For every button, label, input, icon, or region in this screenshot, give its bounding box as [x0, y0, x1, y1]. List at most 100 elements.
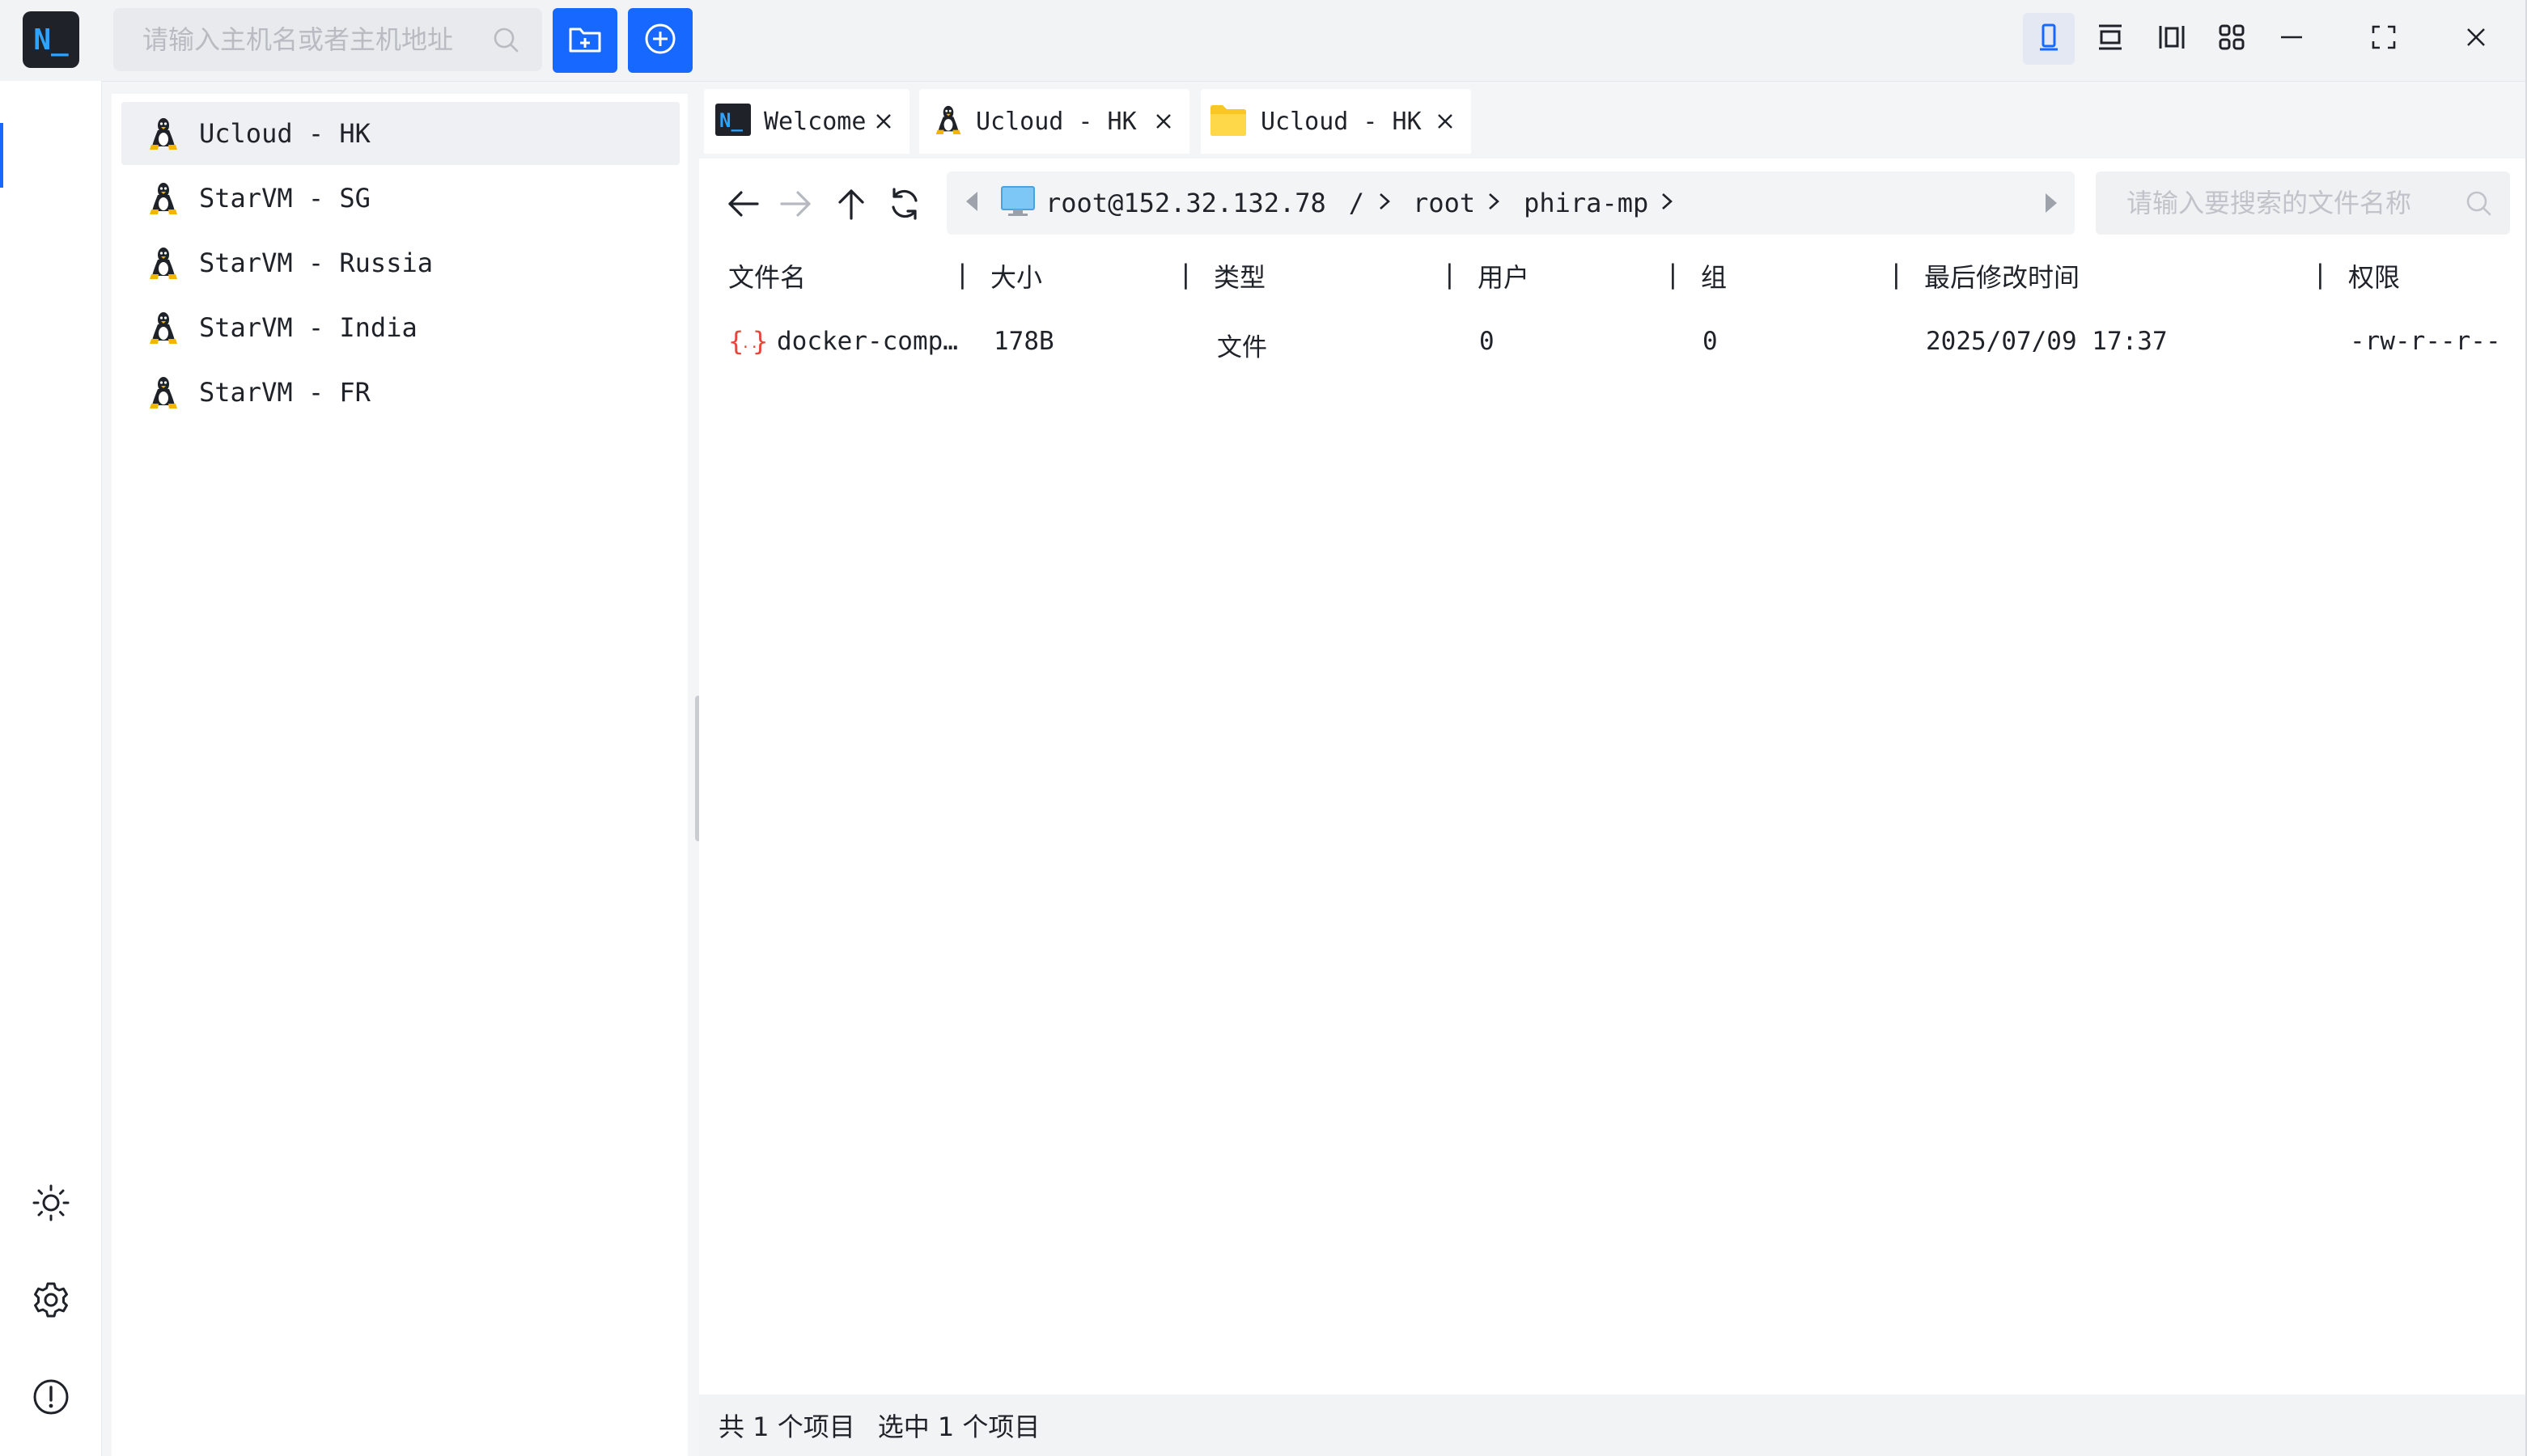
top-bar: N_: [0, 0, 2527, 82]
path-segment-phira-mp[interactable]: phira-mp: [1524, 188, 1648, 218]
arrow-left-icon: [725, 188, 761, 223]
file-permissions: -rw-r--r--: [2350, 327, 2501, 356]
layout-rows-button[interactable]: [2084, 13, 2136, 65]
about-button[interactable]: [29, 1377, 73, 1420]
settings-button[interactable]: [29, 1280, 73, 1323]
host-item-starvm-russia[interactable]: StarVM - Russia: [121, 231, 680, 294]
folder-icon: [1209, 103, 1248, 140]
column-divider[interactable]: |: [2316, 259, 2325, 290]
host-search-input[interactable]: [141, 23, 492, 56]
status-selected: 选中 1 个项目: [877, 1412, 1041, 1442]
file-group: 0: [1702, 327, 1718, 356]
linux-icon: [934, 103, 963, 140]
app-logo: N_: [23, 11, 79, 68]
layout-single-button[interactable]: [2023, 13, 2075, 65]
layout-grid-icon: [2217, 23, 2246, 55]
chevron-right-icon: [1660, 191, 1674, 215]
host-item-starvm-sg[interactable]: StarVM - SG: [121, 167, 680, 230]
sun-icon: [32, 1183, 70, 1225]
column-header-permissions[interactable]: 权限: [2348, 257, 2400, 294]
path-bar[interactable]: root@152.32.132.78 / root phira-mp: [947, 171, 2075, 235]
host-item-label: StarVM - India: [199, 312, 418, 343]
file-search-box[interactable]: [2096, 171, 2510, 235]
rail-active-indicator: [0, 123, 3, 188]
column-divider[interactable]: |: [1445, 259, 1454, 290]
host-item-starvm-fr[interactable]: StarVM - FR: [121, 361, 680, 424]
refresh-button[interactable]: [882, 183, 927, 228]
host-item-label: StarVM - FR: [199, 377, 371, 408]
column-header-modified[interactable]: 最后修改时间: [1924, 257, 2080, 294]
host-item-label: StarVM - SG: [199, 183, 371, 214]
tab-ucloud-hk-files[interactable]: Ucloud - HK: [1201, 89, 1471, 154]
tab-label: Ucloud - HK: [976, 107, 1137, 136]
left-rail: [0, 81, 102, 1456]
app-logo-text: N_: [33, 23, 69, 57]
tab-ucloud-hk-terminal[interactable]: Ucloud - HK: [919, 89, 1189, 154]
status-bar: 共 1 个项目 选中 1 个项目: [699, 1395, 2527, 1456]
layout-columns-icon: [2157, 23, 2186, 55]
close-icon[interactable]: [874, 112, 893, 134]
search-icon[interactable]: [492, 26, 519, 57]
tab-label: Ucloud - HK: [1261, 107, 1422, 136]
linux-icon: [150, 118, 177, 150]
column-divider[interactable]: |: [1892, 259, 1901, 290]
chevron-right-icon: [1486, 191, 1501, 215]
path-segment-root-dir[interactable]: /: [1349, 188, 1364, 218]
file-search-input[interactable]: [2125, 187, 2468, 219]
host-item-starvm-india[interactable]: StarVM - India: [121, 296, 680, 359]
linux-icon: [150, 377, 177, 408]
layout-single-icon: [2037, 23, 2061, 55]
svg-text:}: }: [753, 326, 768, 357]
file-user: 0: [1479, 327, 1495, 356]
column-divider[interactable]: |: [1668, 259, 1677, 290]
arrow-right-icon: [778, 188, 814, 223]
layout-columns-button[interactable]: [2146, 13, 2198, 65]
tab-welcome[interactable]: N_ Welcome: [704, 89, 909, 154]
add-host-button[interactable]: [628, 8, 693, 73]
file-modified: 2025/07/09 17:37: [1926, 327, 2168, 356]
close-icon: [2464, 25, 2488, 53]
column-header-size[interactable]: 大小: [990, 257, 1042, 294]
search-icon[interactable]: [2465, 189, 2492, 220]
layout-grid-button[interactable]: [2206, 13, 2258, 65]
maximize-button[interactable]: [2358, 13, 2410, 65]
file-name[interactable]: docker-comp…: [777, 327, 958, 356]
close-icon[interactable]: [1154, 112, 1173, 134]
path-scroll-left-icon[interactable]: [963, 189, 981, 217]
close-window-button[interactable]: [2450, 13, 2502, 65]
json-file-icon: {..}: [728, 324, 769, 362]
column-header-user[interactable]: 用户: [1478, 257, 1529, 294]
minimize-button[interactable]: [2266, 13, 2317, 65]
minimize-icon: [2278, 23, 2305, 54]
close-icon[interactable]: [1435, 112, 1455, 134]
theme-toggle-button[interactable]: [29, 1183, 73, 1226]
host-item-label: StarVM - Russia: [199, 248, 433, 278]
file-browser: root@152.32.132.78 / root phira-mp 文件名 |…: [699, 159, 2527, 1395]
folder-plus-icon: [567, 23, 603, 58]
column-header-type[interactable]: 类型: [1214, 257, 1266, 294]
chevron-right-icon: [1377, 191, 1392, 215]
host-item-ucloud-hk[interactable]: Ucloud - HK: [121, 102, 680, 165]
column-divider[interactable]: |: [958, 259, 967, 290]
table-row[interactable]: {..}: [699, 320, 2527, 366]
linux-icon: [150, 183, 177, 214]
new-folder-button[interactable]: [553, 8, 617, 73]
gear-icon: [32, 1280, 70, 1323]
path-segment-root[interactable]: root: [1413, 188, 1475, 218]
host-item-label: Ucloud - HK: [199, 118, 371, 149]
host-list-panel: Ucloud - HK StarVM - SG StarVM - Russia …: [112, 94, 688, 1456]
info-icon: [32, 1378, 70, 1420]
path-scroll-right-icon[interactable]: [2042, 191, 2060, 218]
plus-circle-icon: [643, 22, 677, 59]
forward-button[interactable]: [774, 183, 819, 228]
layout-rows-icon: [2096, 23, 2125, 55]
maximize-icon: [2370, 23, 2398, 54]
up-button[interactable]: [829, 183, 874, 228]
path-host[interactable]: root@152.32.132.78: [1045, 188, 1326, 218]
host-search-box[interactable]: [113, 8, 542, 71]
back-button[interactable]: [720, 183, 765, 228]
column-header-group[interactable]: 组: [1701, 257, 1727, 294]
column-divider[interactable]: |: [1181, 259, 1190, 290]
column-header-name[interactable]: 文件名: [728, 257, 806, 294]
file-type: 文件: [1217, 333, 1267, 362]
